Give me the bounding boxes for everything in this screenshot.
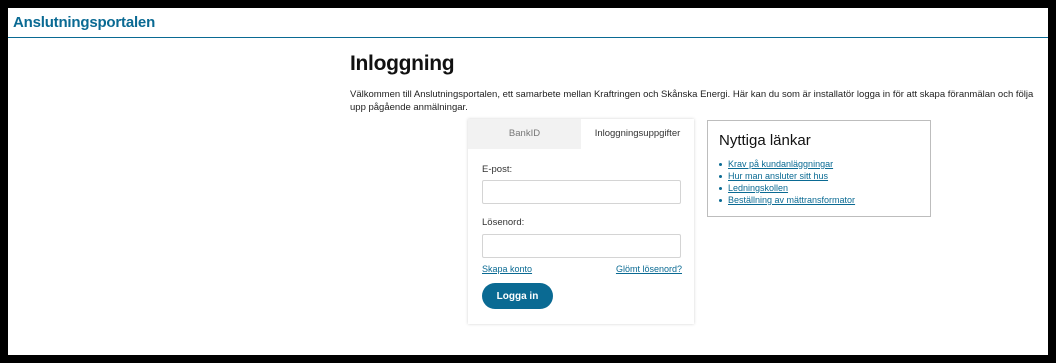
list-item: Beställning av mättransformator xyxy=(719,194,855,206)
login-card: BankID Inloggningsuppgifter E-post: Löse… xyxy=(468,119,694,324)
page-title: Inloggning xyxy=(350,52,455,75)
login-button[interactable]: Logga in xyxy=(482,283,553,309)
link-order-transformer[interactable]: Beställning av mättransformator xyxy=(728,195,855,205)
forgot-password-link[interactable]: Glömt lösenord? xyxy=(616,264,682,274)
useful-links-box: Nyttiga länkar Krav på kundanläggningar … xyxy=(707,120,931,217)
link-ledningskollen[interactable]: Ledningskollen xyxy=(728,183,788,193)
list-item: Krav på kundanläggningar xyxy=(719,158,855,170)
useful-links-list: Krav på kundanläggningar Hur man anslute… xyxy=(719,158,855,206)
useful-links-title: Nyttiga länkar xyxy=(719,132,811,149)
brand-logo-text[interactable]: Anslutningsportalen xyxy=(13,14,155,31)
login-tabs: BankID Inloggningsuppgifter xyxy=(468,119,694,149)
email-label: E-post: xyxy=(482,164,513,175)
create-account-link[interactable]: Skapa konto xyxy=(482,264,532,274)
password-field[interactable] xyxy=(482,234,681,258)
link-connect-house[interactable]: Hur man ansluter sitt hus xyxy=(728,171,828,181)
link-customer-requirements[interactable]: Krav på kundanläggningar xyxy=(728,159,833,169)
tab-login-credentials[interactable]: Inloggningsuppgifter xyxy=(581,119,694,149)
bullet-icon xyxy=(719,199,722,203)
bullet-icon xyxy=(719,163,722,167)
email-field[interactable] xyxy=(482,180,681,204)
list-item: Ledningskollen xyxy=(719,182,855,194)
list-item: Hur man ansluter sitt hus xyxy=(719,170,855,182)
intro-text: Välkommen till Anslutningsportalen, ett … xyxy=(350,89,1034,113)
tab-bankid[interactable]: BankID xyxy=(468,119,581,149)
password-label: Lösenord: xyxy=(482,217,525,228)
top-bar: Anslutningsportalen xyxy=(8,8,1048,38)
bullet-icon xyxy=(719,175,722,179)
bullet-icon xyxy=(719,187,722,191)
browser-viewport: Anslutningsportalen Inloggning Välkommen… xyxy=(8,8,1048,355)
